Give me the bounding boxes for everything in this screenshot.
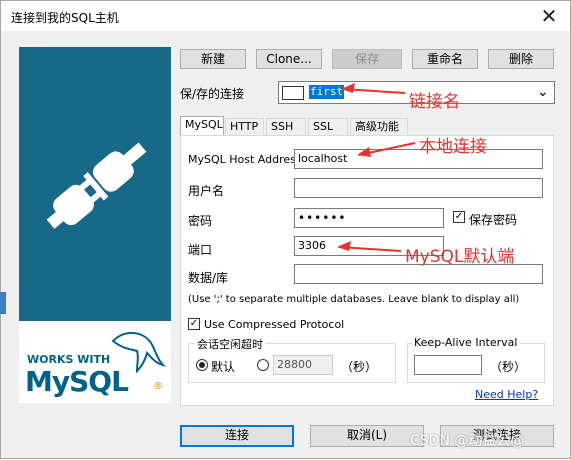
session-custom-radio[interactable] [257,359,269,371]
tab-http[interactable]: HTTP [225,118,264,136]
database-label: 数据/库 [188,271,229,285]
save-button[interactable]: 保存 [332,49,402,69]
cancel-button[interactable]: 取消(L) [310,425,424,447]
session-unit-label: （秒） [341,360,378,374]
arrow-local-connection-icon [357,142,416,157]
plug-icon [46,142,147,229]
window-title: 连接到我的SQL主机 [11,11,119,25]
registered-mark: ® [153,381,163,392]
annotation-connection-name: 链接名 [409,92,460,112]
annotation-default-port: MySQL默认端 [405,247,515,267]
password-input[interactable]: •••••• [294,208,444,228]
save-password-checkbox[interactable]: ✓ [453,211,465,223]
watermark: CSDN @动益公@ [410,433,525,449]
need-help-link[interactable]: Need Help? [475,388,538,401]
tab-mysql[interactable]: MySQL [180,116,224,137]
save-password-label: 保存密码 [469,213,518,227]
chevron-down-icon: ⌄ [537,84,549,100]
arrow-connection-name-icon [341,83,406,94]
arrow-port-icon [337,241,402,252]
database-hint: (Use ';' to separate multiple databases.… [188,294,520,305]
annotation-local-connection: 本地连接 [419,137,487,157]
session-timeout-input[interactable]: 28800 [273,355,333,375]
delete-button[interactable]: 删除 [488,49,554,69]
brand-panel: WORKS WITH MySQL ® [19,47,171,403]
mysql-logo-text: MySQL [25,365,129,398]
session-default-label: 默认 [211,360,236,374]
tab-advanced[interactable]: 高级功能 [350,118,408,136]
user-input[interactable] [294,178,543,198]
port-label: 端口 [188,243,213,257]
connection-color-swatch [282,86,304,100]
tab-ssh[interactable]: SSH [266,118,306,136]
brand-plug-panel [19,47,171,321]
keepalive-unit-label: （秒） [490,360,527,374]
background-window-edge [0,292,6,314]
compressed-protocol-label: Use Compressed Protocol [204,318,345,331]
keepalive-group: Keep-Alive Interval （秒） [407,336,545,383]
session-timeout-title: 会话空闲超时 [195,336,265,352]
keepalive-input[interactable] [414,355,482,375]
user-label: 用户名 [188,184,225,198]
clone-button[interactable]: Clone... [256,49,322,69]
tab-ssl[interactable]: SSL [308,118,348,136]
new-button[interactable]: 新建 [180,49,246,69]
rename-button[interactable]: 重命名 [412,49,478,69]
connect-button[interactable]: 连接 [180,425,294,447]
mysql-tab-pane: MySQL Host Address localhost 用户名 密码 ••••… [180,135,554,406]
connection-dialog: 连接到我的SQL主机 ✕ WORKS WITH MySQL ® 新建 Clone… [0,0,571,459]
keepalive-title: Keep-Alive Interval [412,336,520,349]
close-icon[interactable]: ✕ [538,5,560,27]
session-timeout-group: 会话空闲超时 默认 28800 （秒） [188,336,396,383]
password-label: 密码 [188,214,213,228]
compressed-protocol-checkbox[interactable]: ✓ [188,318,200,330]
host-label: MySQL Host Address [188,153,302,166]
database-input[interactable] [294,264,543,284]
saved-connection-label: 保/存的连接 [180,87,245,101]
title-bar: 连接到我的SQL主机 ✕ [1,1,570,31]
session-default-radio[interactable] [196,359,208,371]
